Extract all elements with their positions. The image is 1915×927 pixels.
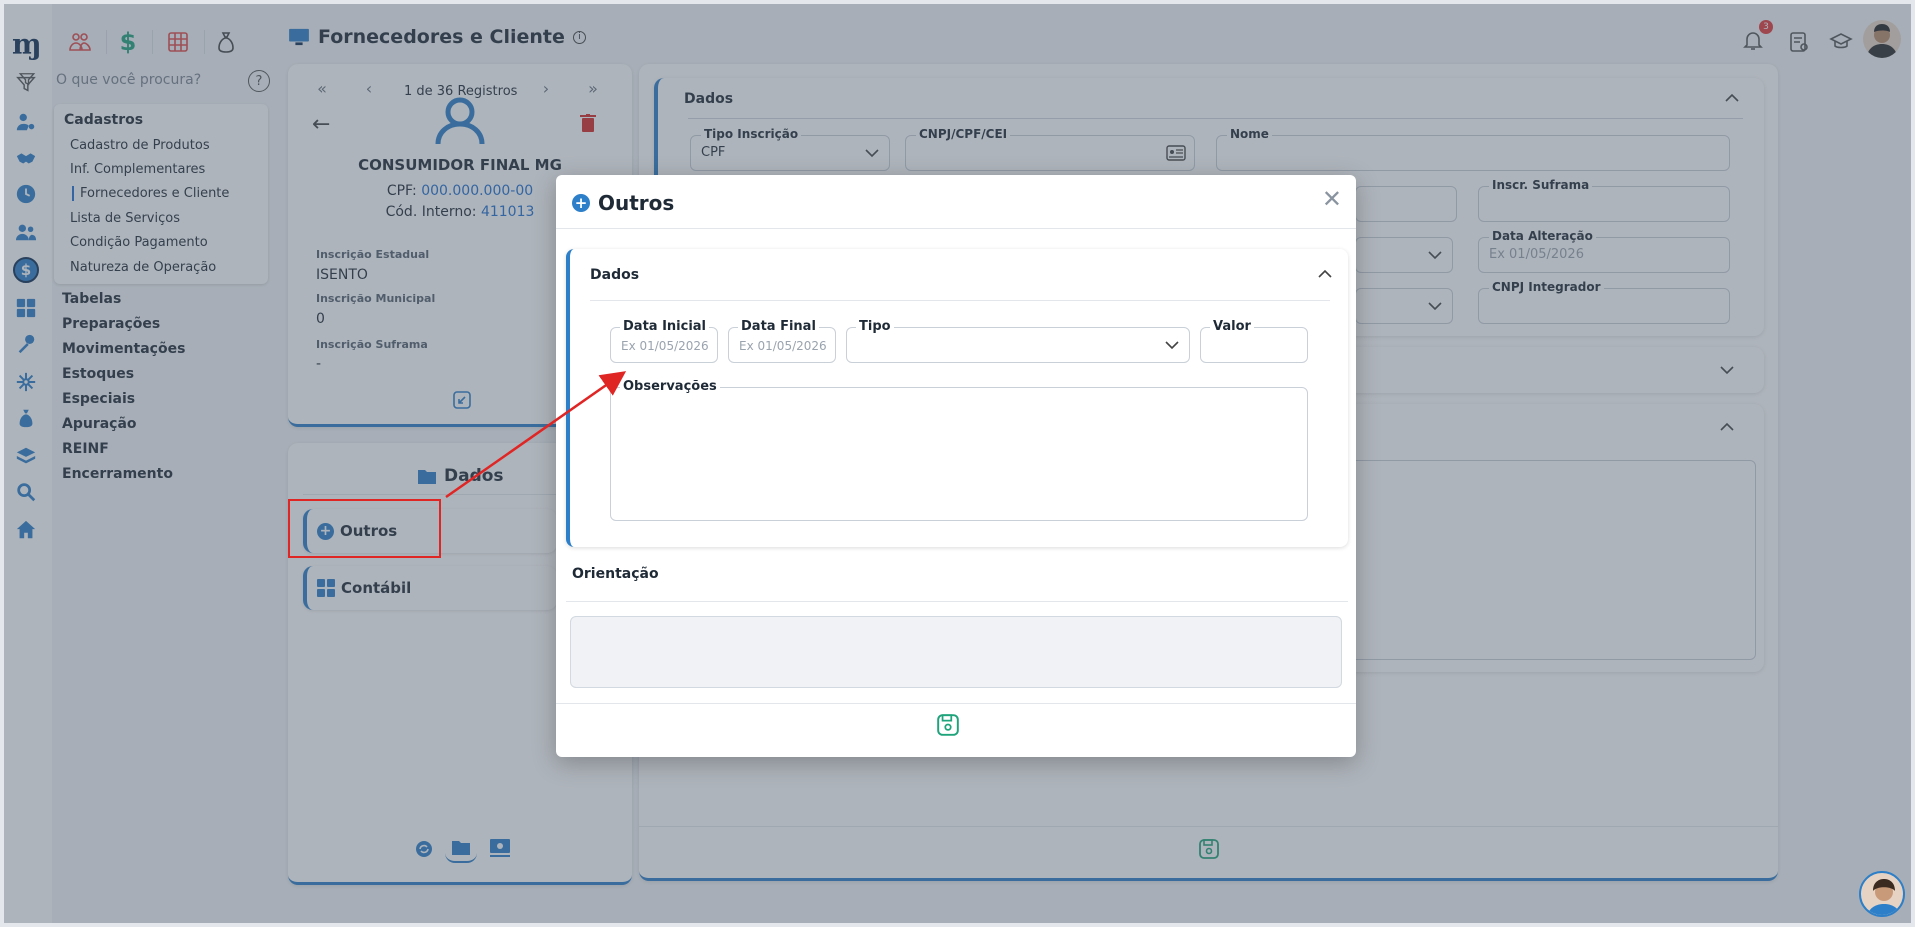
modal-section-title: Dados <box>590 267 640 283</box>
section-divider <box>590 300 1330 301</box>
valor-input[interactable]: Valor <box>1200 319 1308 363</box>
data-final-input[interactable]: Data Final Ex 01/05/2026 <box>728 319 836 363</box>
highlight-box-overlay <box>288 499 441 558</box>
field-placeholder: Ex 01/05/2026 <box>739 339 827 353</box>
assistant-avatar[interactable] <box>1859 871 1905 917</box>
chevron-up-icon[interactable] <box>1318 267 1332 281</box>
orientacao-divider <box>566 601 1348 602</box>
close-icon[interactable]: ✕ <box>1322 187 1342 211</box>
data-inicial-input[interactable]: Data Inicial Ex 01/05/2026 <box>610 319 718 363</box>
modal-footer-divider <box>556 703 1356 704</box>
field-placeholder: Ex 01/05/2026 <box>621 339 709 353</box>
field-label: Data Final <box>738 319 819 334</box>
orientacao-title: Orientação <box>572 566 659 582</box>
field-label: Valor <box>1210 319 1254 334</box>
orientacao-box <box>570 616 1342 688</box>
tipo-select[interactable]: Tipo <box>846 319 1190 363</box>
chevron-down-icon <box>1165 341 1179 350</box>
modal-dados-card: Dados Data Inicial Ex 01/05/2026 Data Fi… <box>566 249 1348 547</box>
modal-title: Outros <box>598 191 675 215</box>
field-label: Data Inicial <box>620 319 710 334</box>
save-icon[interactable] <box>936 713 960 737</box>
modal-header-divider <box>556 228 1356 229</box>
plus-circle-icon: + <box>572 194 590 212</box>
field-label: Observações <box>620 379 720 394</box>
field-label: Tipo <box>856 319 894 334</box>
modal-header: + Outros <box>572 191 674 215</box>
observacoes-textarea[interactable]: Observações <box>610 379 1308 521</box>
outros-modal: + Outros ✕ Dados Data Inicial Ex 01/05/2… <box>556 175 1356 757</box>
